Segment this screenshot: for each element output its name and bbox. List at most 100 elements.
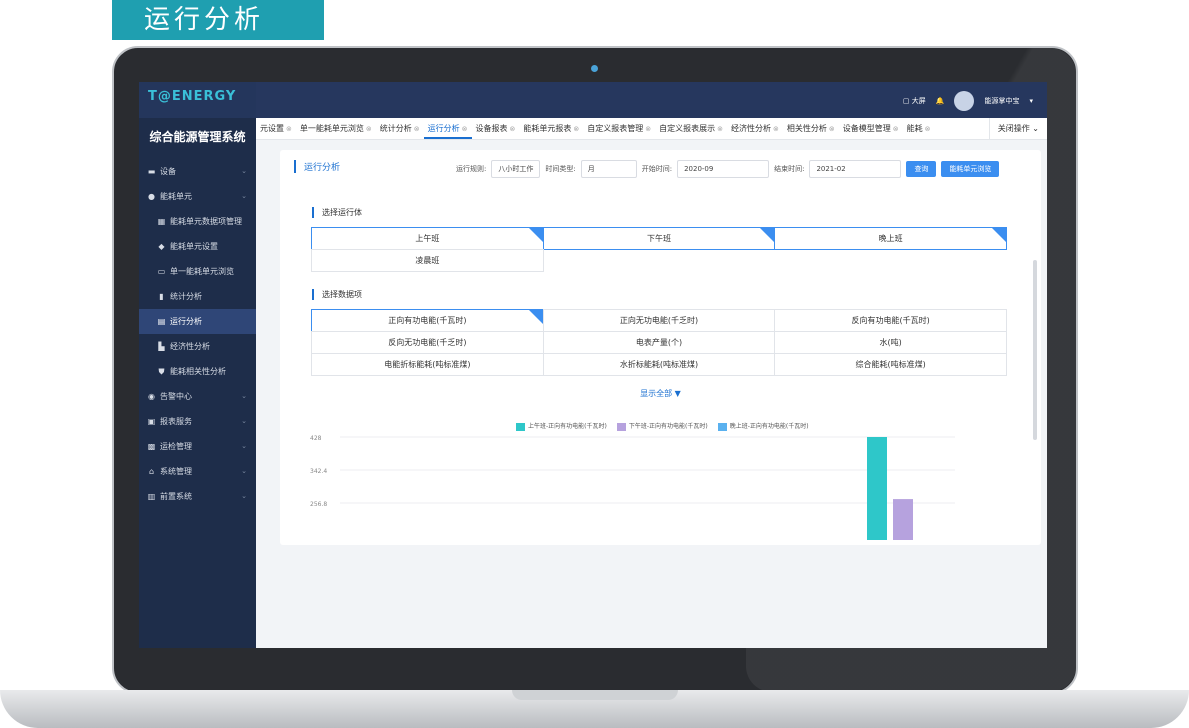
close-icon[interactable]: ⊗ <box>510 125 516 133</box>
shield-icon: ⛊ <box>158 367 165 376</box>
sidebar-item-11[interactable]: ▩ 运检管理 ⌄ <box>139 434 256 459</box>
sidebar-item-0[interactable]: ▬ 设备 ⌄ <box>139 159 256 184</box>
legend-swatch <box>717 422 727 431</box>
bar-0[interactable] <box>867 437 887 540</box>
sidebar-item-4[interactable]: ▭ 单一能耗单元浏览 <box>139 259 256 284</box>
item-option-6[interactable]: 电能折标能耗(吨标准煤) <box>311 353 544 376</box>
rule-select[interactable]: 八小时工作 <box>491 160 541 178</box>
page-banner: 运行分析 <box>112 0 324 40</box>
close-icon[interactable]: ⊗ <box>645 125 651 133</box>
close-icon[interactable]: ⊗ <box>829 125 835 133</box>
y-tick-label: 428 <box>310 435 322 442</box>
sidebar-item-label: 运行分析 <box>170 317 202 326</box>
item-option-3[interactable]: 反向无功电能(千乏时) <box>311 331 544 354</box>
sidebar: T@ENERGY 综合能源管理系统 ▬ 设备 ⌄ ● 能耗单元 ⌄ ▦ 能耗单元数据项管理 ◆ 能… <box>139 82 256 648</box>
start-date-input[interactable]: 2020-09 <box>677 160 770 178</box>
time-type-label: 时间类型: <box>545 165 576 173</box>
bell-icon[interactable]: 🔔 <box>936 97 945 105</box>
sidebar-item-3[interactable]: ◆ 能耗单元设置 <box>139 234 256 259</box>
tab-11[interactable]: 能耗 ⊗ <box>903 118 935 139</box>
sidebar-item-5[interactable]: ▮ 统计分析 <box>139 284 256 309</box>
sidebar-item-label: 能耗单元 <box>160 192 192 201</box>
legend-swatch <box>616 422 626 431</box>
close-icon[interactable]: ⊗ <box>573 125 579 133</box>
sidebar-item-label: 能耗单元数据项管理 <box>170 217 242 226</box>
tab-4[interactable]: 设备报表 ⊗ <box>472 118 520 139</box>
sidebar-item-7[interactable]: ▙ 经济性分析 <box>139 334 256 359</box>
show-all-link[interactable]: 显示全部 ▼ <box>280 388 1041 399</box>
sidebar-item-label: 单一能耗单元浏览 <box>170 267 234 276</box>
tab-9[interactable]: 相关性分析 ⊗ <box>783 118 839 139</box>
item-option-5[interactable]: 水(吨) <box>774 331 1007 354</box>
sidebar-item-9[interactable]: ◉ 告警中心 ⌄ <box>139 384 256 409</box>
sidebar-item-10[interactable]: ▣ 报表服务 ⌄ <box>139 409 256 434</box>
legend-item-1[interactable]: 下午班-正向有功电能(千瓦时) <box>616 421 708 431</box>
sidebar-item-2[interactable]: ▦ 能耗单元数据项管理 <box>139 209 256 234</box>
tab-5[interactable]: 能耗单元报表 ⊗ <box>519 118 583 139</box>
close-icon[interactable]: ⊗ <box>414 125 420 133</box>
legend-label: 上午班-正向有功电能(千瓦时) <box>528 423 607 430</box>
avatar[interactable] <box>954 91 975 111</box>
close-icon[interactable]: ⊗ <box>462 125 468 133</box>
sidebar-item-label: 运检管理 <box>160 442 192 451</box>
run-icon: ▤ <box>157 317 166 326</box>
chevron-down-icon: ⌄ <box>241 392 247 400</box>
tab-bar: 元设置 ⊗ 单一能耗单元浏览 ⊗ 统计分析 ⊗ 运行分析 ⊗ 设备报表 ⊗ 能耗单元报表 ⊗ 自定义报表… <box>256 118 1047 140</box>
item-option-7[interactable]: 水折标能耗(吨标准煤) <box>542 353 776 376</box>
shift-option-2[interactable]: 晚上班 <box>774 227 1007 250</box>
tab-3[interactable]: 运行分析 ⊗ <box>423 118 472 139</box>
sidebar-item-13[interactable]: ▥ 前置系统 ⌄ <box>139 484 256 509</box>
query-button[interactable]: 查询 <box>906 161 937 177</box>
sidebar-item-label: 统计分析 <box>170 292 202 301</box>
tab-6[interactable]: 自定义报表管理 ⊗ <box>583 118 655 139</box>
tab-8[interactable]: 经济性分析 ⊗ <box>727 118 783 139</box>
scrollbar[interactable] <box>1033 260 1037 440</box>
panel-title: 运行分析 <box>294 160 340 173</box>
item-option-4[interactable]: 电表产量(个) <box>542 331 776 354</box>
legend-label: 下午班-正向有功电能(千瓦时) <box>628 423 708 430</box>
screen-button[interactable]: ▢ 大屏 <box>903 96 926 106</box>
shift-option-3[interactable]: 凌晨班 <box>311 249 544 272</box>
tab-10[interactable]: 设备模型管理 ⊗ <box>839 118 903 139</box>
close-icon[interactable]: ⊗ <box>925 125 931 133</box>
shift-option-0[interactable]: 上午班 <box>311 227 544 250</box>
time-type-select[interactable]: 月 <box>580 160 637 178</box>
tab-2[interactable]: 统计分析 ⊗ <box>376 118 424 139</box>
close-icon[interactable]: ⊗ <box>366 125 372 133</box>
sidebar-item-label: 设备 <box>160 167 176 176</box>
end-date-input[interactable]: 2021-02 <box>809 160 902 178</box>
sidebar-item-6[interactable]: ▤ 运行分析 <box>139 309 256 334</box>
browse-button[interactable]: 能耗单元浏览 <box>941 161 1000 177</box>
item-option-8[interactable]: 综合能耗(吨标准煤) <box>774 353 1007 376</box>
close-icon[interactable]: ⊗ <box>286 125 292 133</box>
close-icon[interactable]: ⊗ <box>893 125 899 133</box>
tab-7[interactable]: 自定义报表展示 ⊗ <box>655 118 727 139</box>
y-tick-label: 342.4 <box>310 468 327 475</box>
item-option-2[interactable]: 反向有功电能(千瓦时) <box>774 309 1007 332</box>
sidebar-item-12[interactable]: ⌂ 系统管理 ⌄ <box>139 459 256 484</box>
system-icon: ⌂ <box>148 467 155 476</box>
economy-icon: ▙ <box>158 342 165 351</box>
legend-item-0[interactable]: 上午班-正向有功电能(千瓦时) <box>516 421 607 431</box>
close-icon[interactable]: ⊗ <box>717 125 723 133</box>
chevron-down-icon[interactable]: ▾ <box>1029 97 1033 105</box>
legend-swatch <box>516 422 525 431</box>
tab-1[interactable]: 单一能耗单元浏览 ⊗ <box>296 118 376 139</box>
chevron-down-icon: ⌄ <box>241 467 247 475</box>
sidebar-item-1[interactable]: ● 能耗单元 ⌄ <box>139 184 256 209</box>
sidebar-item-label: 前置系统 <box>160 492 192 501</box>
end-label: 结束时间: <box>774 165 805 173</box>
item-option-0[interactable]: 正向有功电能(千瓦时) <box>311 309 544 332</box>
user-name[interactable]: 能源掌中宝 <box>984 96 1019 106</box>
filter-bar: 运行规则: 八小时工作 时间类型: 月 开始时间: 2020-09 结束时间: … <box>456 160 1000 178</box>
device-icon: ▬ <box>147 167 156 176</box>
sidebar-item-8[interactable]: ⛊ 能耗相关性分析 <box>139 359 256 384</box>
close-icon[interactable]: ⊗ <box>773 125 779 133</box>
chevron-down-icon: ⌄ <box>241 167 247 175</box>
tab-0[interactable]: 元设置 ⊗ <box>256 118 296 139</box>
legend-item-2[interactable]: 晚上班-正向有功电能(千瓦时) <box>717 421 809 431</box>
item-option-1[interactable]: 正向无功电能(千乏时) <box>542 309 776 332</box>
close-actions-button[interactable]: 关闭操作 ⌄ <box>988 118 1047 139</box>
shift-option-1[interactable]: 下午班 <box>542 227 776 250</box>
bar-1[interactable] <box>893 499 913 540</box>
